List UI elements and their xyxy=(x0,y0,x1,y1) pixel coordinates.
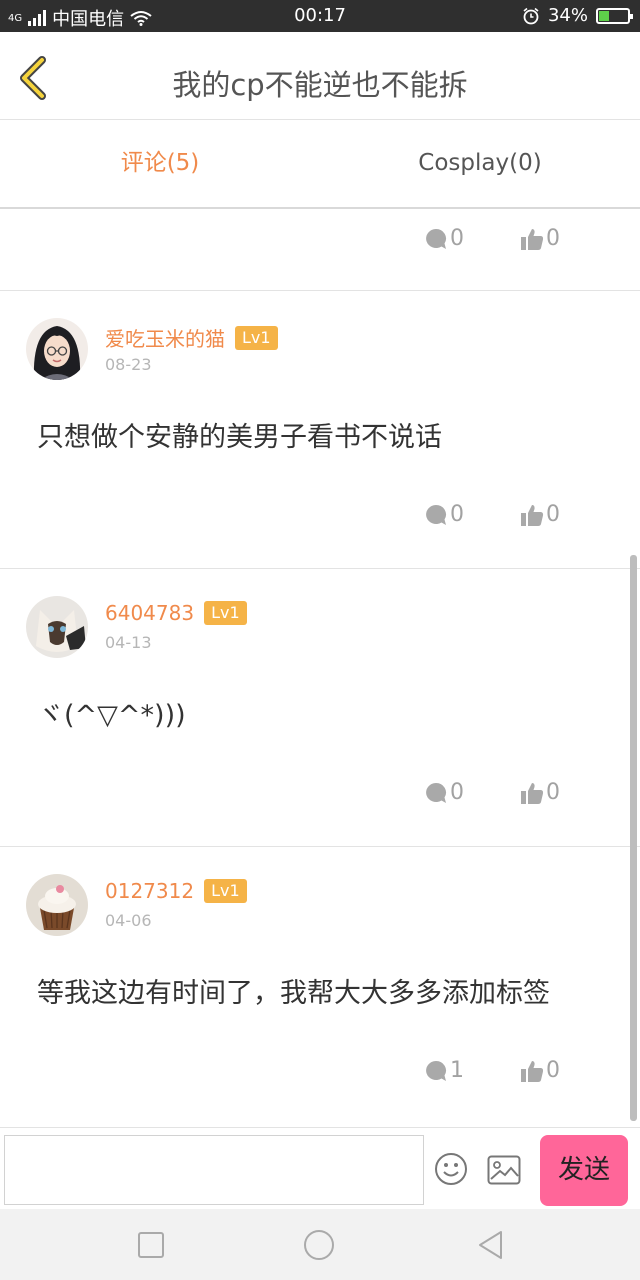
avatar[interactable] xyxy=(26,596,88,658)
like-button[interactable]: 0 xyxy=(520,780,560,805)
reply-button[interactable]: 0 xyxy=(424,226,464,251)
reply-button[interactable]: 0 xyxy=(424,502,464,527)
tab-cosplay[interactable]: Cosplay(0) xyxy=(320,121,640,207)
avatar-cupcake-image xyxy=(26,874,88,936)
like-button[interactable]: 0 xyxy=(520,226,560,251)
avatar-girl-image xyxy=(26,318,88,380)
tab-bar: 评论(5) Cosplay(0) xyxy=(0,121,640,209)
send-button[interactable]: 发送 xyxy=(540,1135,628,1206)
tab-comments[interactable]: 评论(5) xyxy=(0,121,320,207)
comment-input[interactable] xyxy=(4,1135,424,1205)
speech-bubble-icon xyxy=(426,228,446,249)
like-count: 0 xyxy=(546,502,560,527)
list-item: 0127312 Lv1 04-06 等我这边有时间了，我帮大大多多添加标签 1 … xyxy=(0,847,640,1125)
like-button[interactable]: 0 xyxy=(520,502,560,527)
speech-bubble-icon xyxy=(426,504,446,525)
alarm-icon xyxy=(523,7,539,24)
avatar-cat-image xyxy=(26,596,88,658)
username[interactable]: 0127312 xyxy=(105,879,194,903)
comment-date: 08-23 xyxy=(105,355,152,374)
comment-text: 只想做个安静的美男子看书不说话 xyxy=(37,422,442,453)
home-circle-icon[interactable] xyxy=(303,1229,335,1261)
list-item: 爱吃玉米的猫 Lv1 08-23 只想做个安静的美男子看书不说话 0 0 xyxy=(0,291,640,569)
list-item: 6404783 Lv1 04-13 ヾ(^▽^*))) 0 0 xyxy=(0,569,640,847)
like-button[interactable]: 0 xyxy=(520,1058,560,1083)
speech-bubble-icon xyxy=(426,782,446,803)
level-badge: Lv1 xyxy=(235,325,278,350)
reply-button[interactable]: 0 xyxy=(424,780,464,805)
reply-count: 1 xyxy=(450,1058,464,1083)
page-title: 我的cp不能逆也不能拆 xyxy=(172,68,468,102)
comment-author[interactable]: 6404783 Lv1 xyxy=(105,601,247,625)
avatar[interactable] xyxy=(26,318,88,380)
like-count: 0 xyxy=(546,1058,560,1083)
recent-apps-square-icon[interactable] xyxy=(135,1229,167,1261)
comment-stats: 0 0 xyxy=(424,226,560,251)
reply-count: 0 xyxy=(450,502,464,527)
header: 我的cp不能逆也不能拆 xyxy=(0,32,640,120)
avatar[interactable] xyxy=(26,874,88,936)
reply-button[interactable]: 1 xyxy=(424,1058,464,1083)
comment-text: ヾ(^▽^*))) xyxy=(37,700,186,731)
list-item: 0 0 xyxy=(0,211,640,291)
status-right: 34% xyxy=(522,5,633,26)
username[interactable]: 6404783 xyxy=(105,601,194,625)
scrollbar[interactable] xyxy=(630,555,637,1121)
comment-date: 04-06 xyxy=(105,911,152,930)
level-badge: Lv1 xyxy=(204,879,247,903)
reply-count: 0 xyxy=(450,226,464,251)
back-triangle-icon[interactable] xyxy=(475,1229,507,1261)
comment-date: 04-13 xyxy=(105,633,152,652)
battery-icon xyxy=(596,7,633,24)
thumbs-up-icon xyxy=(521,504,544,526)
like-count: 0 xyxy=(546,780,560,805)
comment-stats: 1 0 xyxy=(424,1058,560,1083)
thumbs-up-icon xyxy=(521,782,544,804)
thumbs-up-icon xyxy=(521,1060,544,1082)
battery-percent: 34% xyxy=(547,5,588,26)
comment-text: 等我这边有时间了，我帮大大多多添加标签 xyxy=(37,978,550,1009)
username[interactable]: 爱吃玉米的猫 xyxy=(105,323,225,352)
thumbs-up-icon xyxy=(521,228,544,250)
reply-count: 0 xyxy=(450,780,464,805)
image-icon[interactable] xyxy=(487,1155,521,1185)
comment-stats: 0 0 xyxy=(424,780,560,805)
like-count: 0 xyxy=(546,226,560,251)
smiley-icon[interactable] xyxy=(434,1152,468,1186)
status-bar: 4G 中国电信 00:17 34% xyxy=(0,0,640,32)
comment-author[interactable]: 0127312 Lv1 xyxy=(105,879,247,903)
comment-stats: 0 0 xyxy=(424,502,560,527)
speech-bubble-icon xyxy=(426,1060,446,1081)
comment-author[interactable]: 爱吃玉米的猫 Lv1 xyxy=(105,323,278,352)
level-badge: Lv1 xyxy=(204,601,247,625)
comment-list[interactable]: 0 0 爱吃玉米的猫 Lv1 08-23 只想做个安静的美男子看书不说话 0 0… xyxy=(0,211,640,1126)
comment-input-bar: 发送 xyxy=(0,1127,640,1209)
system-nav-bar xyxy=(0,1209,640,1280)
